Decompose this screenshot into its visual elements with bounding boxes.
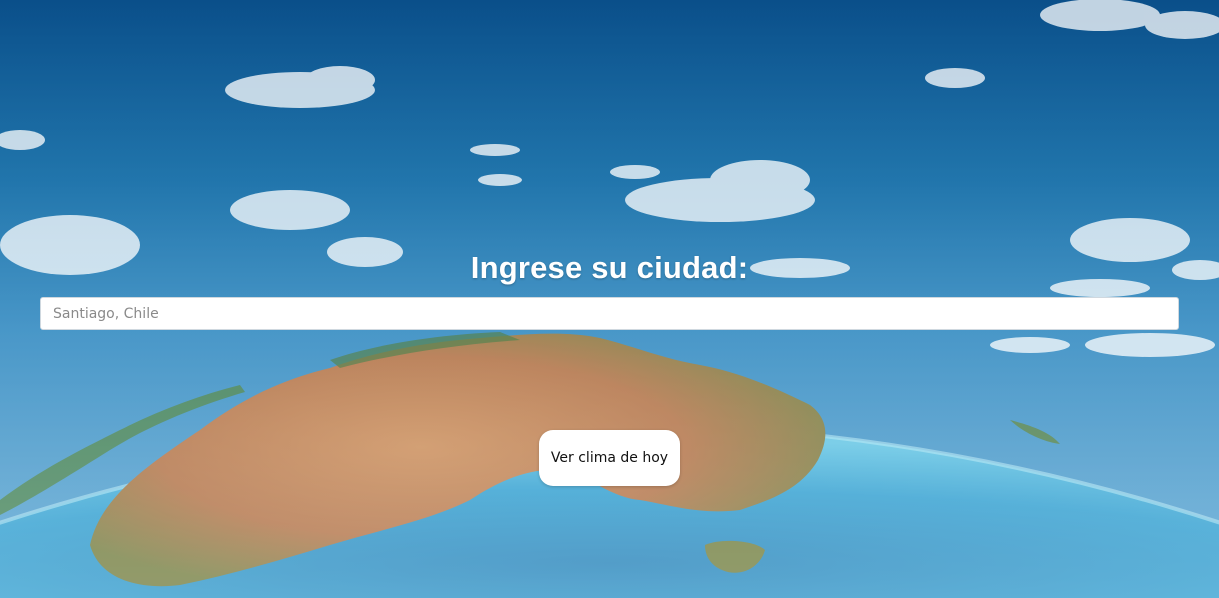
- city-search-input[interactable]: [40, 297, 1179, 330]
- view-weather-button[interactable]: Ver clima de hoy: [539, 430, 680, 486]
- page-title: Ingrese su ciudad:: [470, 250, 749, 285]
- page-background: Ingrese su ciudad: Ver clima de hoy: [0, 0, 1219, 598]
